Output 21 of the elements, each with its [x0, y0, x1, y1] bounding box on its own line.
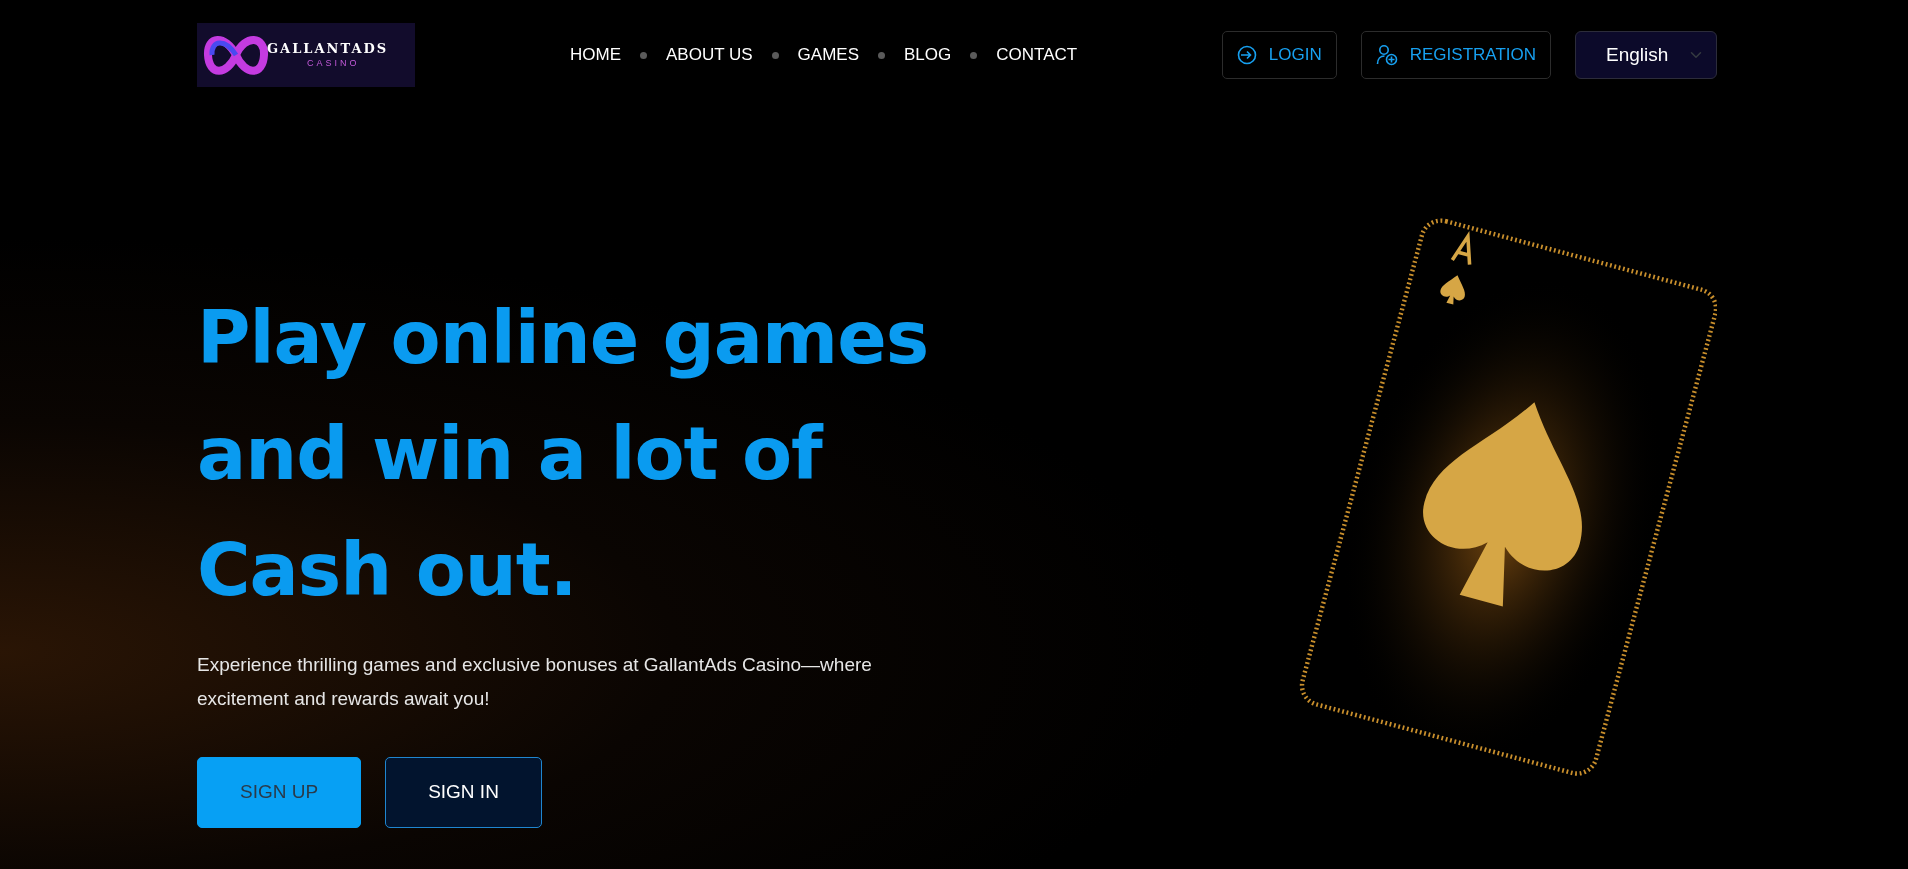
add-user-icon: [1375, 44, 1398, 66]
login-button[interactable]: LOGIN: [1221, 31, 1337, 79]
nav-link[interactable]: GAMES: [797, 42, 859, 68]
nav-separator-dot: [878, 51, 885, 59]
logo-subtitle: CASINO: [306, 59, 361, 68]
nav-link[interactable]: HOME: [570, 42, 621, 68]
logo[interactable]: GALLANTADS CASINO: [197, 23, 415, 87]
nav-separator-dot: [970, 51, 978, 59]
nav-link[interactable]: CONTACT: [996, 42, 1078, 68]
sign-up-button[interactable]: SIGN UP: [197, 757, 362, 828]
sign-in-button[interactable]: SIGN IN: [385, 757, 542, 828]
sign-in-icon: [1236, 45, 1257, 65]
language-select[interactable]: English: [1575, 31, 1717, 79]
hero-description: Experience thrilling games and exclusive bonuses at GallantAds Casino—where excitement and rewards await you!: [197, 653, 873, 711]
hero-headline: Play online games and win a lot of Cash out.: [197, 294, 930, 614]
nav-link[interactable]: BLOG: [904, 42, 952, 68]
nav-separator-dot: [771, 51, 779, 59]
nav-separator-dot: [640, 51, 647, 59]
logo-title: GALLANTADS: [267, 42, 389, 55]
registration-button[interactable]: REGISTRATION: [1360, 31, 1551, 79]
nav-link[interactable]: ABOUT US: [666, 42, 753, 68]
